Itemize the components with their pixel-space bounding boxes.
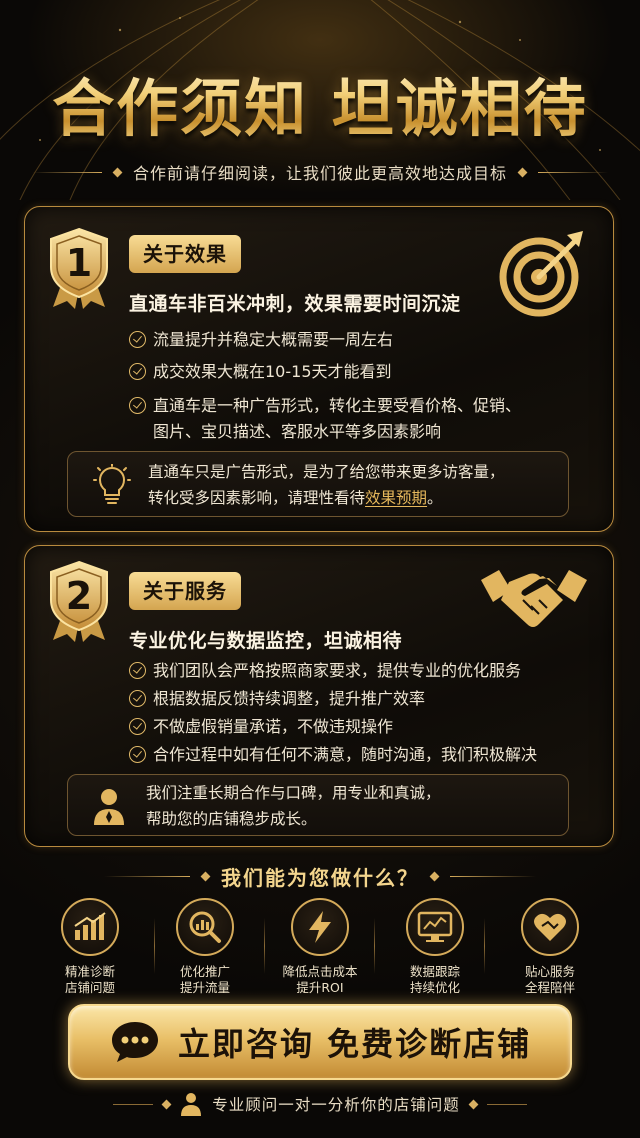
check-icon [129, 662, 146, 679]
footer: 专业顾问一对一分析你的店铺问题 [0, 1092, 640, 1116]
divider-line [31, 171, 102, 173]
list-item: 不做虚假销量承诺，不做违规操作 [129, 716, 537, 738]
service-note: 我们注重长期合作与口碑，用专业和真诚， 帮助您的店铺稳步成长。 [67, 774, 569, 836]
highlight-text: 效果 [365, 489, 397, 507]
check-icon [129, 397, 146, 414]
diamond-ornament [112, 167, 123, 177]
divider-line [450, 876, 536, 877]
list-item: 合作过程中如有任何不满意，随时沟通，我们积极解决 [129, 744, 537, 766]
effect-list: 流量提升并稳定大概需要一周左右 成交效果大概在10-15天才能看到 直通车是一种… [129, 329, 521, 445]
services-title-row: 我们能为您做什么？ [0, 862, 640, 891]
section-heading: 专业优化与数据监控，坦诚相待 [129, 630, 403, 652]
consult-button-label: 立即咨询 免费诊断店铺 [178, 1025, 532, 1063]
check-icon [129, 331, 146, 348]
service-list: 我们团队会严格按照商家要求，提供专业的优化服务 根据数据反馈持续调整，提升推广效… [129, 660, 537, 766]
chat-bubble-icon [112, 1022, 158, 1062]
services-title: 我们能为您做什么？ [221, 866, 419, 890]
diamond-ornament [517, 167, 528, 177]
divider-line [538, 171, 608, 173]
section-tag: 关于效果 [129, 235, 241, 273]
consultant-icon [181, 1093, 202, 1116]
bar-chart-icon [74, 912, 106, 940]
section-number: 2 [65, 574, 93, 618]
page-subtitle: 合作前请仔细阅读，让我们彼此更高效地达成目标 [132, 164, 507, 183]
list-item: 我们团队会严格按照商家要求，提供专业的优化服务 [129, 660, 537, 682]
divider-line [113, 1103, 154, 1105]
service-item[interactable]: 贴心服务 全程陪伴 [500, 898, 600, 996]
footer-text: 专业顾问一对一分析你的店铺问题 [212, 1096, 460, 1114]
highlight-text: 预期 [396, 489, 428, 507]
service-label: 贴心服务 全程陪伴 [524, 964, 575, 995]
monitor-chart-icon [417, 911, 453, 942]
divider-line [486, 1103, 527, 1105]
page-title: 合作须知 坦诚相待 [0, 58, 640, 148]
section-heading: 直通车非百米冲刺，效果需要时间沉淀 [129, 293, 461, 315]
handshake-icon [481, 570, 587, 627]
note-text: 帮助您的店铺稳步成长。 [146, 810, 317, 828]
subtitle-row: 合作前请仔细阅读，让我们彼此更高效地达成目标 [0, 160, 640, 184]
diamond-ornament [468, 1099, 479, 1109]
service-label: 数据跟踪 持续优化 [409, 964, 460, 995]
service-item[interactable]: 降低点击成本 提升ROI [270, 898, 370, 996]
section-number: 1 [65, 241, 93, 285]
effect-note: 直通车只是广告形式，是为了给您带来更多访客量， 转化受多因素影响，请理性看待效果… [67, 451, 569, 517]
check-icon [129, 718, 146, 735]
consult-button[interactable]: 立即咨询 免费诊断店铺 [68, 1004, 572, 1080]
diamond-ornament [161, 1099, 172, 1109]
services-row: 精准诊断 店铺问题 优化推广 提升流量 降低点击成本 提升ROI 数据跟踪 持续… [40, 898, 600, 996]
diamond-ornament [429, 871, 440, 882]
heart-handshake-icon [534, 913, 566, 941]
target-arrow-icon [499, 231, 583, 317]
diamond-ornament [200, 871, 211, 882]
service-item[interactable]: 数据跟踪 持续优化 [385, 898, 485, 996]
lightbulb-icon [93, 464, 131, 504]
section-tag: 关于服务 [129, 572, 241, 610]
service-item[interactable]: 优化推广 提升流量 [155, 898, 255, 996]
service-label: 降低点击成本 提升ROI [282, 964, 358, 995]
service-label: 精准诊断 店铺问题 [64, 964, 115, 995]
check-icon [129, 746, 146, 763]
user-icon [94, 789, 124, 825]
check-icon [129, 690, 146, 707]
note-text: 直通车只是广告形式，是为了给您带来更多访客量， [148, 463, 505, 481]
magnifier-chart-icon [189, 911, 221, 943]
note-text: 我们注重长期合作与口碑，用专业和真诚， [146, 784, 441, 802]
service-label: 优化推广 提升流量 [179, 964, 230, 995]
service-card: 2 关于服务 专业优化与数据监控，坦诚相待 我们团队会严格按照商家要求，提供专业… [24, 545, 614, 847]
effect-card: 1 关于效果 直通车非百米冲刺，效果需要时间沉淀 流量提升并稳定大概需要一周左右… [24, 206, 614, 532]
service-item[interactable]: 精准诊断 店铺问题 [40, 898, 140, 996]
list-item: 成交效果大概在10-15天才能看到 [129, 361, 521, 383]
list-item: 直通车是一种广告形式，转化主要受看价格、促销、 图片、宝贝描述、客服水平等多因素影… [129, 393, 521, 445]
list-item: 流量提升并稳定大概需要一周左右 [129, 329, 521, 351]
check-icon [129, 363, 146, 380]
divider-line [104, 876, 190, 877]
list-item: 根据数据反馈持续调整，提升推广效率 [129, 688, 537, 710]
note-text: 转化受多因素影响，请理性看待 [148, 489, 366, 507]
lightning-icon [309, 911, 331, 943]
